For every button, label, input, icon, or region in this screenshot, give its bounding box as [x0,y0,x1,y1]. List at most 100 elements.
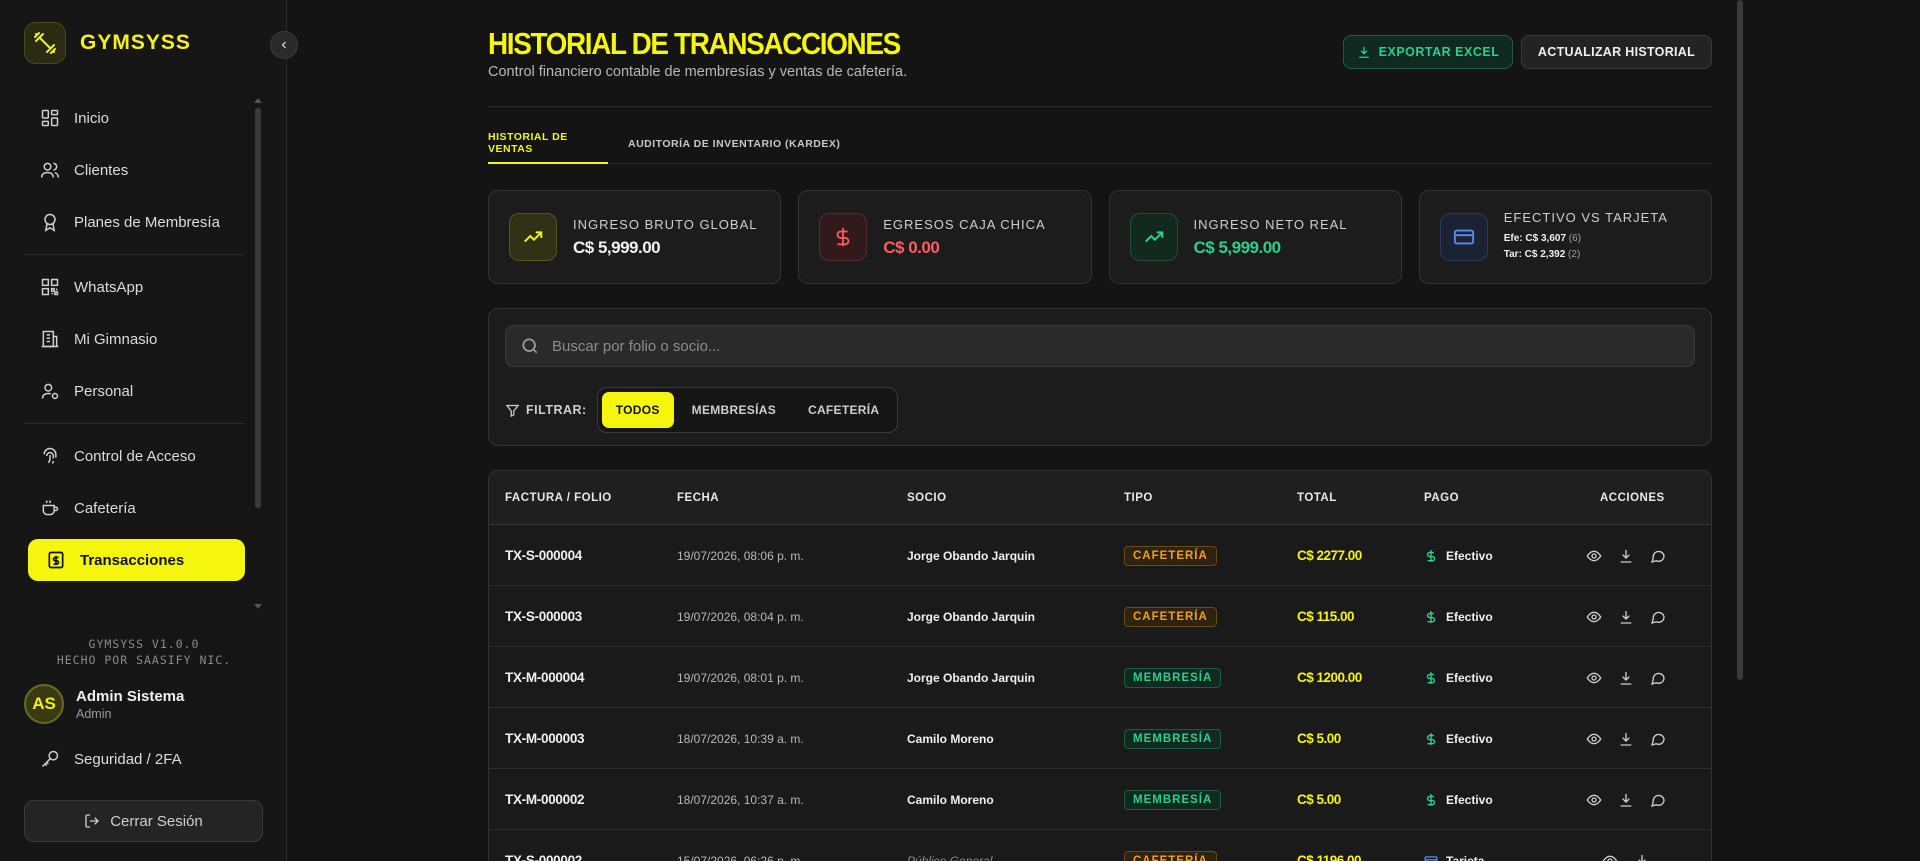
column-header[interactable]: FACTURA / FOLIO [505,471,612,525]
card-value: C$ 5,999.00 [1193,237,1282,257]
cell-folio: TX-M-000004 [505,670,585,685]
cash-total: Efe: C$ 3,607 [1503,232,1567,244]
cell-socio: Camilo Moreno [907,731,994,746]
nav-divider [24,254,244,255]
version-line: GYMSYSS V1.0.0 [88,637,200,651]
dollar-icon [819,213,868,261]
user-profile[interactable]: AS Admin Sistema Admin [24,684,184,724]
scroll-down-arrow[interactable] [254,604,262,609]
message-icon[interactable] [1650,670,1666,686]
header-divider [488,106,1712,107]
table-row: TX-S-000004 19/07/2026, 08:06 p. m. Jorge … [489,525,1711,586]
sidebar-item-mi-gimnasio[interactable]: Mi Gimnasio [24,313,244,365]
tab-auditoria-inventario[interactable]: AUDITORÍA DE INVENTARIO (KARDEX) [628,124,840,164]
chevron-left-icon [281,41,286,49]
dollar-icon [1424,549,1438,563]
cell-folio: TX-M-000002 [505,792,585,807]
key-icon [41,750,59,768]
cell-tipo: MEMBRESÍA [1124,647,1222,708]
download-icon[interactable] [1634,853,1650,861]
cell-acciones [1586,525,1666,586]
security-label: Seguridad / 2FA [74,750,182,768]
column-header[interactable]: FECHA [677,471,719,525]
sidebar-item-whatsapp[interactable]: WhatsApp [24,261,244,313]
view-icon[interactable] [1586,609,1602,625]
table-row: TX-M-000004 19/07/2026, 08:01 p. m. Jorge … [489,647,1711,708]
card-label: EFECTIVO VS TARJETA [1503,209,1668,225]
nav-divider [24,423,244,424]
view-icon[interactable] [1586,731,1602,747]
cell-folio: TX-S-000002 [505,853,582,861]
sidebar-item-planes[interactable]: Planes de Membresía [24,196,244,248]
cell-fecha: 18/07/2026, 10:37 a. m. [677,792,804,807]
dollar-icon [1424,671,1438,685]
trending-up-icon [1129,213,1178,261]
download-icon[interactable] [1618,609,1634,625]
sidebar-scrollbar[interactable] [255,108,261,508]
brand[interactable]: GYMSYSS [24,22,191,64]
view-icon[interactable] [1586,548,1602,564]
sidebar-item-label: Planes de Membresía [74,213,220,231]
message-icon[interactable] [1650,548,1666,564]
download-icon[interactable] [1618,731,1634,747]
column-header[interactable]: TIPO [1124,471,1153,525]
logout-button[interactable]: Cerrar Sesión [24,800,263,842]
page-title: HISTORIAL DE TRANSACCIONES [488,26,901,61]
sidebar-item-transacciones[interactable]: Transacciones [28,539,245,581]
download-icon[interactable] [1618,670,1634,686]
column-header[interactable]: PAGO [1424,471,1459,525]
view-icon[interactable] [1586,670,1602,686]
card-ingreso-bruto: INGRESO BRUTO GLOBAL C$ 5,999.00 [488,190,782,284]
view-icon[interactable] [1586,792,1602,808]
card-egresos: EGRESOS CAJA CHICA C$ 0.00 [798,190,1092,284]
security-link[interactable]: Seguridad / 2FA [40,749,182,769]
table-row: TX-M-000002 18/07/2026, 10:37 a. m. Camilo… [489,769,1711,830]
cell-total: C$ 1200.00 [1297,670,1362,685]
dollar-icon [1424,793,1438,807]
credit-line: HECHO POR SAASIFY NIC. [56,653,232,667]
column-header[interactable]: SOCIO [907,471,947,525]
tabs: HISTORIAL DE VENTAS AUDITORÍA DE INVENTA… [488,124,1712,164]
filter-cafeteria[interactable]: CAFETERÍA [794,392,893,428]
search-input[interactable] [552,337,1694,355]
scroll-up-arrow[interactable] [254,98,262,103]
sidebar-item-personal[interactable]: Personal [24,365,244,417]
page-subtitle: Control financiero contable de membresía… [488,64,908,80]
card-ingreso-neto: INGRESO NETO REAL C$ 5,999.00 [1108,190,1402,284]
filter-todos[interactable]: TODOS [601,392,674,428]
fingerprint-icon [43,447,57,464]
search-box[interactable] [505,325,1695,367]
refresh-history-button[interactable]: ACTUALIZAR HISTORIAL [1521,35,1712,69]
cell-pago: Efectivo [1424,708,1493,769]
download-icon[interactable] [1618,548,1634,564]
collapse-sidebar-button[interactable] [270,31,298,59]
view-icon[interactable] [1602,853,1618,861]
message-icon[interactable] [1650,792,1666,808]
sidebar-item-clientes[interactable]: Clientes [24,144,244,196]
sidebar-item-control-acceso[interactable]: Control de Acceso [24,430,244,482]
cell-total: C$ 115.00 [1297,609,1355,624]
sidebar-item-cafeteria[interactable]: Cafetería [24,482,244,534]
message-icon[interactable] [1650,731,1666,747]
table-body: TX-S-000004 19/07/2026, 08:06 p. m. Jorge … [489,525,1711,861]
tab-historial-ventas[interactable]: HISTORIAL DE VENTAS [488,124,608,164]
download-icon[interactable] [1618,792,1634,808]
sidebar-item-label: Transacciones [80,551,185,569]
main-scrollbar[interactable] [1737,0,1743,680]
avatar: AS [24,684,64,724]
filter-membresias[interactable]: MEMBRESÍAS [678,392,790,428]
cell-tipo: CAFETERÍA [1124,586,1217,647]
payment-method: Tarjeta [1446,853,1485,861]
version-info: GYMSYSS V1.0.0 HECHO POR SAASIFY NIC. [24,636,264,668]
cell-socio: Camilo Moreno [907,792,994,807]
cell-fecha: 18/07/2026, 10:39 a. m. [677,731,804,746]
sidebar-item-inicio[interactable]: Inicio [24,92,244,144]
credit-card-icon [1439,213,1488,261]
qr-icon [41,278,59,296]
message-icon[interactable] [1650,609,1666,625]
column-header[interactable]: TOTAL [1297,471,1337,525]
cell-fecha: 19/07/2026, 08:06 p. m. [677,548,804,563]
filter-icon [505,404,520,417]
card-value: C$ 5,999.00 [573,237,661,257]
export-excel-button[interactable]: EXPORTAR EXCEL [1343,35,1513,69]
